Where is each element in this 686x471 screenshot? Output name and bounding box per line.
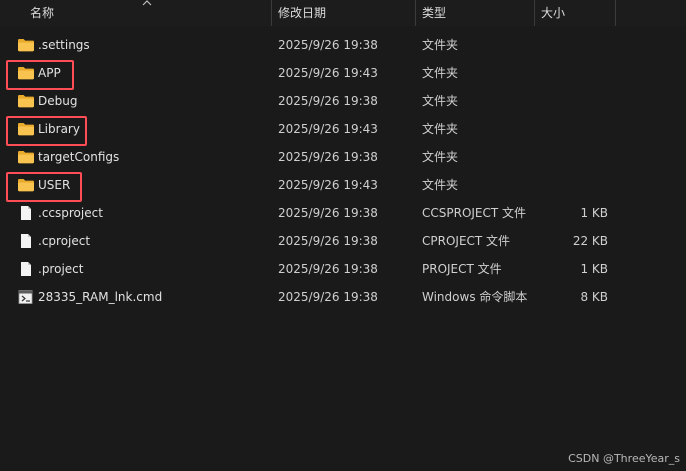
file-name: targetConfigs xyxy=(38,150,120,164)
file-icon xyxy=(17,233,35,249)
folder-icon xyxy=(17,93,35,109)
file-type: 文件夹 xyxy=(422,38,459,52)
red-highlight-box xyxy=(6,172,82,202)
file-type: 文件夹 xyxy=(422,178,459,192)
folder-row[interactable]: APP 2025/9/26 19:43 文件夹 xyxy=(0,59,686,90)
column-header-type[interactable]: 类型 xyxy=(415,0,534,26)
red-highlight-box xyxy=(6,60,74,90)
file-size: 1 KB xyxy=(580,262,608,276)
file-name: .settings xyxy=(38,38,90,52)
column-header-date[interactable]: 修改日期 xyxy=(271,0,415,26)
file-row[interactable]: .project 2025/9/26 19:38 PROJECT 文件 1 KB xyxy=(0,255,686,283)
file-type: 文件夹 xyxy=(422,122,459,136)
file-type: PROJECT 文件 xyxy=(422,262,502,276)
file-type: 文件夹 xyxy=(422,94,459,108)
red-highlight-box xyxy=(6,116,87,146)
file-type: 文件夹 xyxy=(422,150,459,164)
folder-row[interactable]: targetConfigs 2025/9/26 19:38 文件夹 xyxy=(0,143,686,171)
file-size: 22 KB xyxy=(572,234,608,248)
column-header-name[interactable]: 名称 xyxy=(23,0,271,26)
file-modified-date: 2025/9/26 19:38 xyxy=(278,206,378,220)
folder-icon xyxy=(17,37,35,53)
column-divider[interactable] xyxy=(615,0,616,26)
file-name: Debug xyxy=(38,94,78,108)
file-name: 28335_RAM_lnk.cmd xyxy=(38,290,163,304)
file-modified-date: 2025/9/26 19:38 xyxy=(278,38,378,52)
file-modified-date: 2025/9/26 19:43 xyxy=(278,66,378,80)
file-modified-date: 2025/9/26 19:43 xyxy=(278,122,378,136)
folder-row[interactable]: Debug 2025/9/26 19:38 文件夹 xyxy=(0,87,686,115)
file-type: CPROJECT 文件 xyxy=(422,234,511,248)
file-name: .cproject xyxy=(38,234,91,248)
file-row[interactable]: .ccsproject 2025/9/26 19:38 CCSPROJECT 文件 1… xyxy=(0,199,686,227)
folder-row[interactable]: .settings 2025/9/26 19:38 文件夹 xyxy=(0,31,686,59)
file-size xyxy=(540,143,608,171)
file-type: 文件夹 xyxy=(422,66,459,80)
file-size xyxy=(540,115,608,143)
file-row[interactable]: 28335_RAM_lnk.cmd 2025/9/26 19:38 Windows … xyxy=(0,283,686,311)
watermark: CSDN @ThreeYear_s xyxy=(568,452,680,465)
file-modified-date: 2025/9/26 19:38 xyxy=(278,262,378,276)
file-name: .project xyxy=(38,262,84,276)
file-size: 8 KB xyxy=(580,290,608,304)
column-header-bar: 名称 修改日期 类型 大小 xyxy=(0,0,686,26)
cmd-script-icon xyxy=(17,289,35,305)
file-icon xyxy=(17,261,35,277)
file-modified-date: 2025/9/26 19:38 xyxy=(278,234,378,248)
file-modified-date: 2025/9/26 19:38 xyxy=(278,94,378,108)
file-size xyxy=(540,59,608,87)
file-type: Windows 命令脚本 xyxy=(422,290,528,304)
folder-row[interactable]: Library 2025/9/26 19:43 文件夹 xyxy=(0,115,686,146)
file-type: CCSPROJECT 文件 xyxy=(422,206,527,220)
folder-row[interactable]: USER 2025/9/26 19:43 文件夹 xyxy=(0,171,686,202)
folder-icon xyxy=(17,149,35,165)
file-modified-date: 2025/9/26 19:43 xyxy=(278,178,378,192)
file-row[interactable]: .cproject 2025/9/26 19:38 CPROJECT 文件 22 KB xyxy=(0,227,686,255)
file-size xyxy=(540,31,608,59)
file-modified-date: 2025/9/26 19:38 xyxy=(278,290,378,304)
file-size xyxy=(540,171,608,199)
file-size: 1 KB xyxy=(580,206,608,220)
column-header-size[interactable]: 大小 xyxy=(534,0,615,26)
file-icon xyxy=(17,205,35,221)
file-name: .ccsproject xyxy=(38,206,103,220)
file-modified-date: 2025/9/26 19:38 xyxy=(278,150,378,164)
file-size xyxy=(540,87,608,115)
